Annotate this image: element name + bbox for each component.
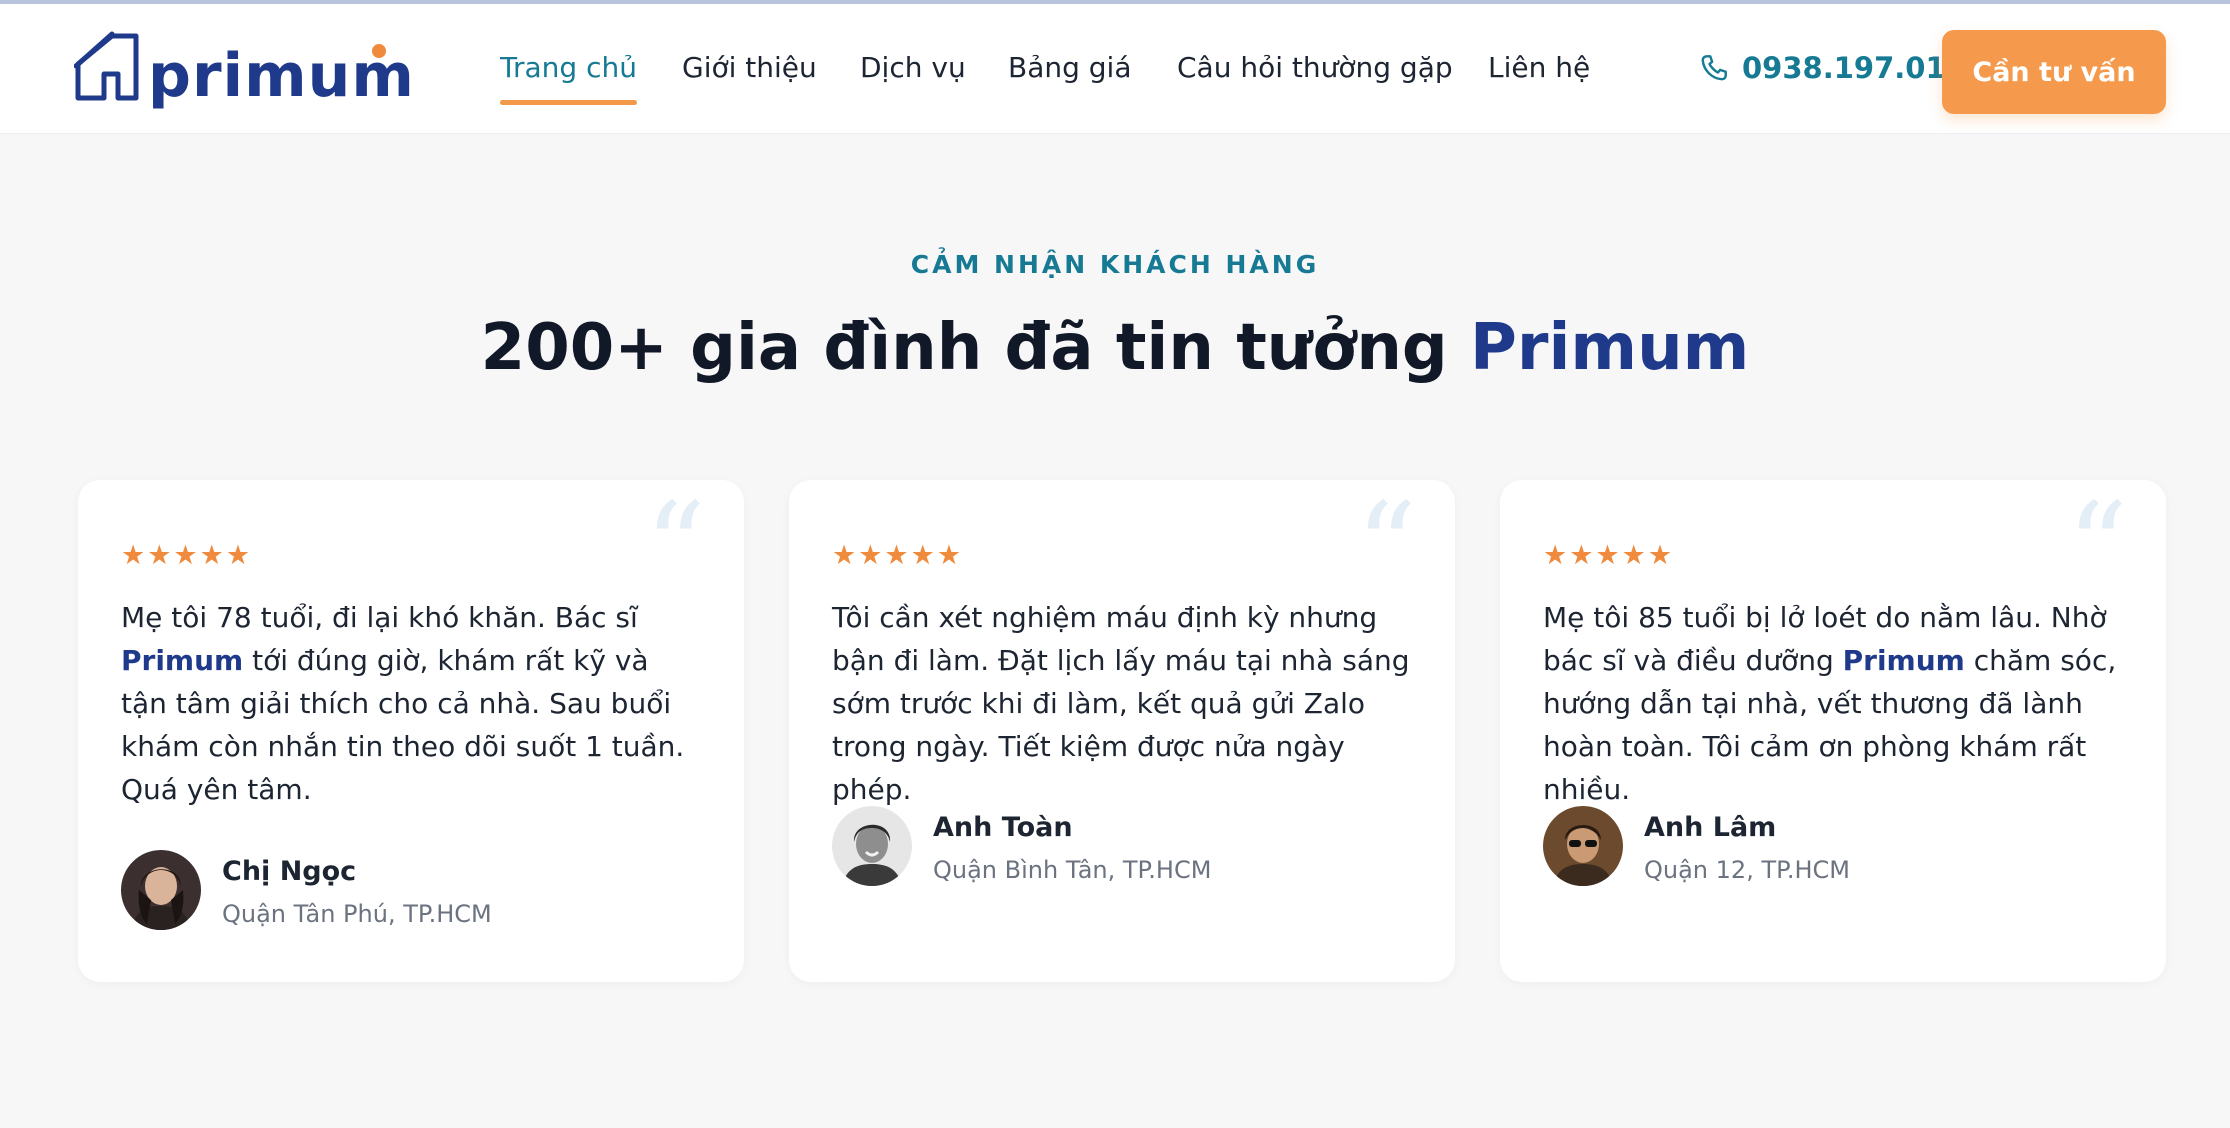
rating-stars: ★★★★★ — [121, 540, 253, 571]
phone-icon — [1701, 55, 1727, 81]
nav-label: Giới thiệu — [682, 51, 817, 84]
nav-item-bang-gia[interactable]: Bảng giá — [1008, 50, 1132, 86]
author-name: Anh Toàn — [933, 812, 1073, 843]
rating-stars: ★★★★★ — [832, 540, 964, 571]
author-location: Quận Bình Tân, TP.HCM — [933, 856, 1212, 884]
rating-stars: ★★★★★ — [1543, 540, 1675, 571]
review-text-part: Tôi cần xét nghiệm máu định kỳ nhưng bận… — [832, 601, 1410, 806]
author-name: Anh Lâm — [1644, 812, 1777, 843]
avatar — [121, 850, 201, 930]
nav-label: Dịch vụ — [860, 51, 966, 84]
author: Anh Toàn Quận Bình Tân, TP.HCM — [832, 806, 1412, 886]
nav-item-dich-vu[interactable]: Dịch vụ — [860, 50, 966, 86]
active-indicator — [500, 100, 637, 105]
testimonial-card: “ ★★★★★ Mẹ tôi 85 tuổi bị lở loét do nằm… — [1500, 480, 2166, 982]
consult-button[interactable]: Cần tư vấn — [1942, 30, 2166, 114]
review-text-part: Mẹ tôi 78 tuổi, đi lại khó khăn. Bác sĩ — [121, 601, 638, 634]
site-header: primum Trang chủ Giới thiệu Dịch vụ Bảng… — [0, 4, 2230, 134]
quote-icon: “ — [1355, 478, 1417, 617]
review-text: Tôi cần xét nghiệm máu định kỳ nhưng bận… — [832, 596, 1412, 811]
review-text: Mẹ tôi 78 tuổi, đi lại khó khăn. Bác sĩ … — [121, 596, 701, 811]
avatar — [832, 806, 912, 886]
testimonial-card: “ ★★★★★ Tôi cần xét nghiệm máu định kỳ n… — [789, 480, 1455, 982]
author-location: Quận Tân Phú, TP.HCM — [222, 900, 492, 928]
author-name: Chị Ngọc — [222, 856, 357, 887]
nav-label: Bảng giá — [1008, 51, 1132, 84]
section-eyebrow: CẢM NHẬN KHÁCH HÀNG — [910, 250, 1320, 279]
section-title: 200+ gia đình đã tin tưởng Primum — [0, 308, 2230, 388]
author-location: Quận 12, TP.HCM — [1644, 856, 1850, 884]
phone-number: 0938.197.011 — [1742, 51, 1966, 85]
nav-label: Liên hệ — [1488, 51, 1591, 84]
nav-label: Trang chủ — [500, 51, 637, 84]
author: Anh Lâm Quận 12, TP.HCM — [1543, 806, 2123, 886]
house-icon — [74, 31, 139, 101]
title-brand: Primum — [1469, 311, 1750, 385]
primum-logo[interactable]: primum — [74, 28, 414, 114]
nav-item-gioi-thieu[interactable]: Giới thiệu — [682, 50, 817, 86]
review-brand: Primum — [1842, 644, 1965, 677]
logo-dot — [372, 44, 386, 58]
nav-item-cau-hoi[interactable]: Câu hỏi thường gặp — [1177, 50, 1453, 86]
nav-item-lien-he[interactable]: Liên hệ — [1488, 50, 1590, 86]
testimonial-card: “ ★★★★★ Mẹ tôi 78 tuổi, đi lại khó khăn.… — [78, 480, 744, 982]
title-main: 200+ gia đình đã tin tưởng — [480, 311, 1470, 385]
quote-icon: “ — [2066, 478, 2128, 617]
author: Chị Ngọc Quận Tân Phú, TP.HCM — [121, 850, 701, 930]
quote-icon: “ — [644, 478, 706, 617]
nav-item-trang-chu[interactable]: Trang chủ — [500, 50, 637, 105]
avatar — [1543, 806, 1623, 886]
nav-label: Câu hỏi thường gặp — [1177, 51, 1453, 84]
review-text: Mẹ tôi 85 tuổi bị lở loét do nằm lâu. Nh… — [1543, 596, 2123, 811]
review-brand: Primum — [121, 644, 244, 677]
